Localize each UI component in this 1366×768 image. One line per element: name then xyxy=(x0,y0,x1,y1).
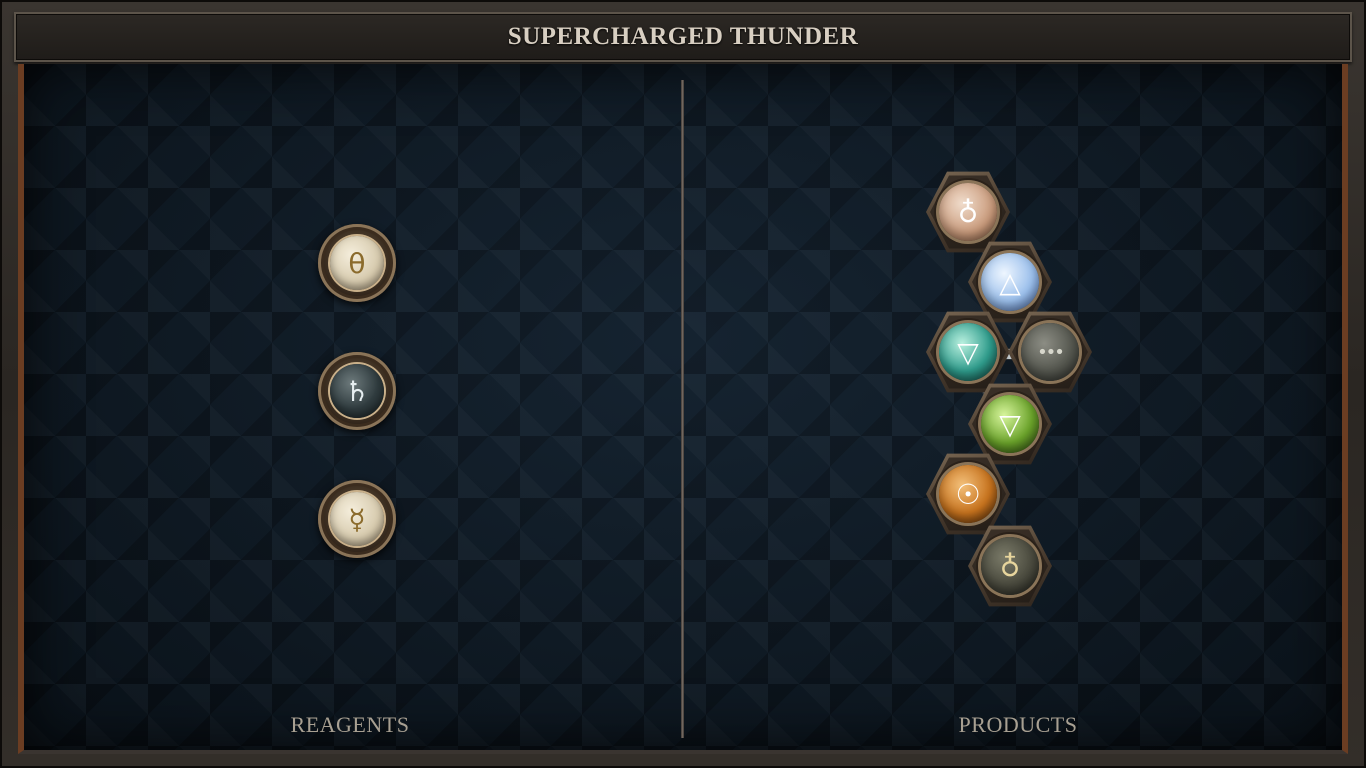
mercury-icon: ☿ xyxy=(330,492,384,546)
saturn-lead-icon: ♄ xyxy=(330,364,384,418)
reagent-slot-2[interactable]: ♄ xyxy=(318,352,396,430)
earth-triangle-icon: ▽ xyxy=(981,395,1039,453)
sulfur-icon: ♁ xyxy=(939,183,997,241)
antimony-icon: ♁ xyxy=(981,537,1039,595)
reagents-label: REAGENTS xyxy=(290,712,410,737)
sun-gold-icon: ☉ xyxy=(939,465,997,523)
title-bar: SUPERCHARGED THUNDER xyxy=(14,12,1352,62)
reagent-slot-3[interactable]: ☿ xyxy=(318,480,396,558)
salt-symbol-icon: θ xyxy=(330,236,384,290)
air-triangle-icon: △ xyxy=(981,253,1039,311)
products-label: PRODUCTS xyxy=(958,712,1078,737)
page-title: SUPERCHARGED THUNDER xyxy=(507,23,859,50)
water-triangle-icon: ▽ xyxy=(939,323,997,381)
section-divider xyxy=(681,80,684,738)
more-icon: ••• xyxy=(1021,323,1079,381)
reagent-slot-1[interactable]: θ xyxy=(318,224,396,302)
